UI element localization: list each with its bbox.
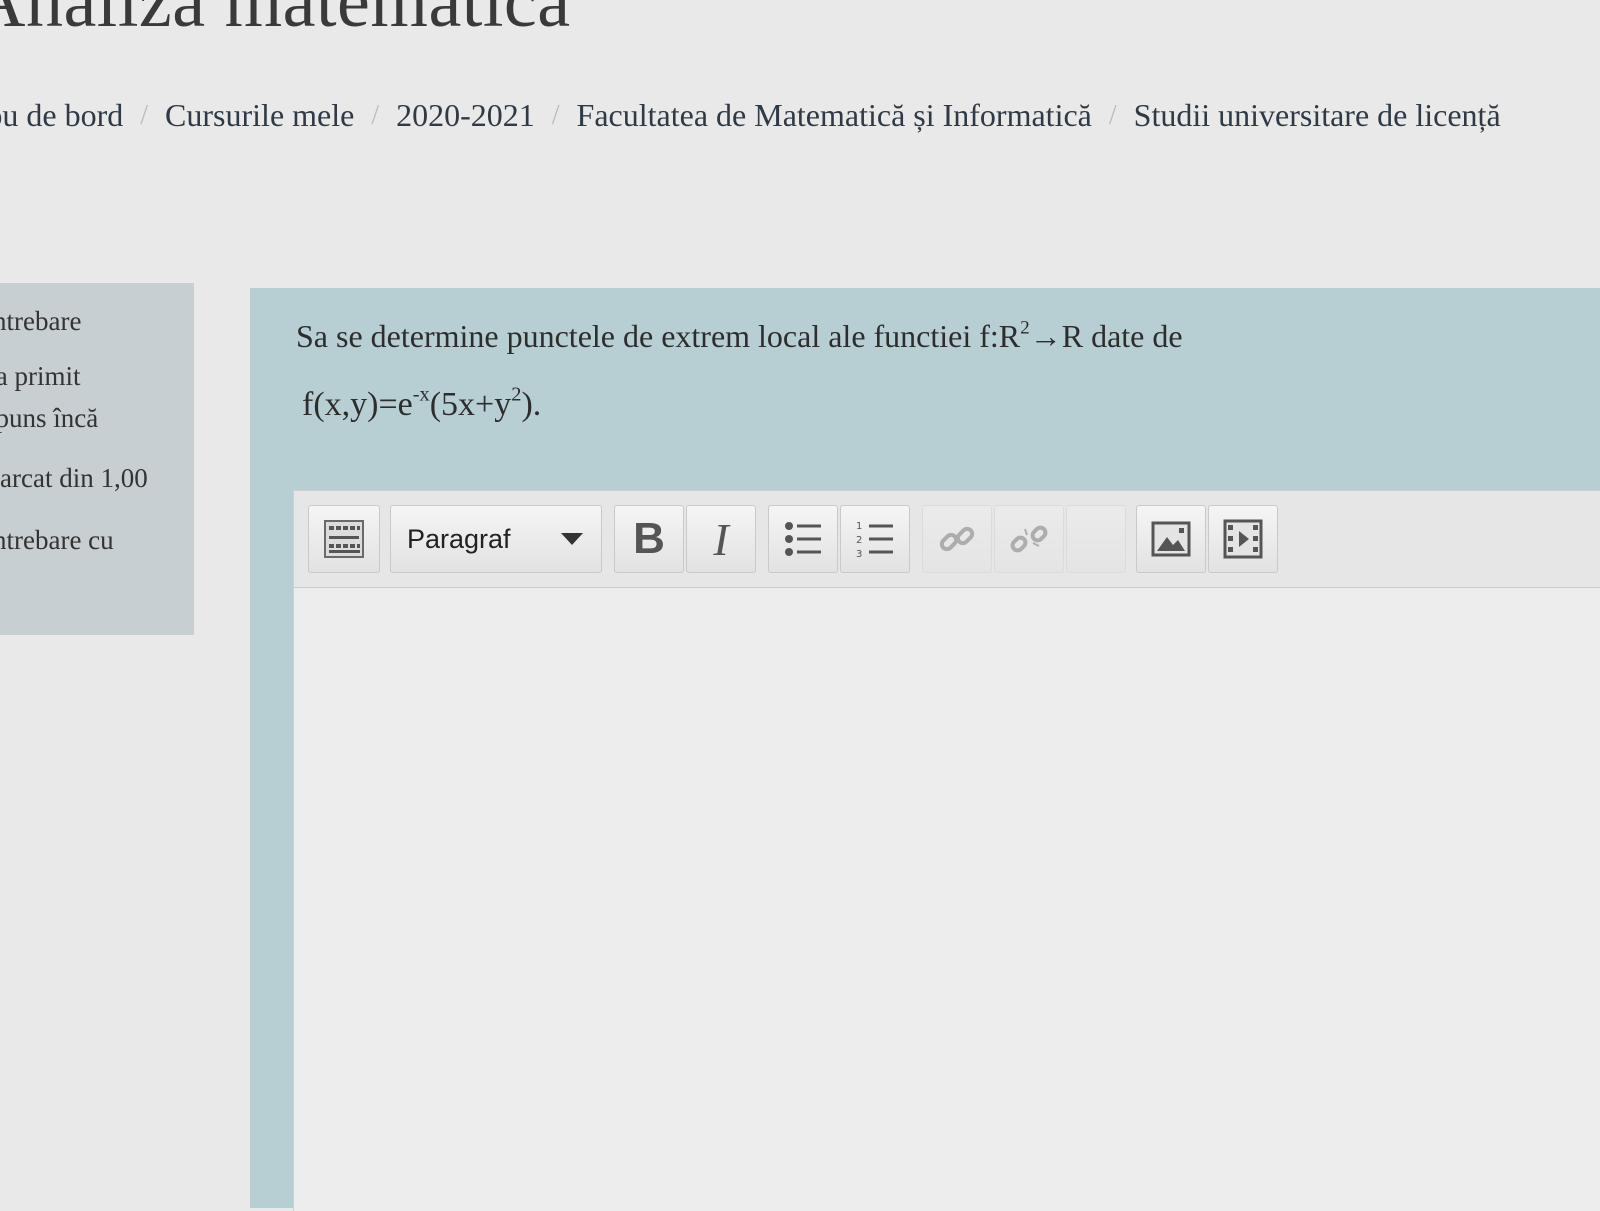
svg-text:2: 2	[856, 535, 862, 546]
breadcrumb-separator: /	[371, 99, 380, 131]
formula-part: (5x+y	[429, 386, 512, 423]
question-text-main: Sa se determine punctele de extrem local…	[296, 318, 1021, 354]
unlink-icon	[1010, 525, 1048, 553]
ordered-list-button[interactable]: 1 2 3	[840, 505, 910, 573]
question-formula: f(x,y)=e-x(5x+y2).	[302, 383, 542, 424]
question-number-label: Întrebare	[0, 306, 82, 336]
keyboard-icon	[324, 520, 364, 558]
formula-exponent: -x	[412, 383, 430, 406]
insert-image-button[interactable]	[1136, 505, 1206, 573]
answer-editor: Paragraf B I 1 2 3	[293, 490, 1600, 1211]
question-info-panel: Întrebare Nu a primit răspuns încă Marca…	[0, 283, 194, 635]
formula-part: f(x,y)=e	[302, 386, 413, 423]
paragraph-format-value: Paragraf	[407, 523, 511, 554]
flag-question[interactable]: Întrebare cu	[0, 525, 114, 556]
question-status-line2: răspuns încă	[0, 403, 99, 433]
svg-text:1: 1	[856, 521, 862, 532]
breadcrumb-separator: /	[1108, 99, 1117, 131]
toolbar-toggle-button[interactable]	[308, 505, 380, 573]
svg-text:3: 3	[856, 549, 862, 559]
breadcrumb-item-my-courses[interactable]: Cursurile mele	[165, 97, 354, 134]
question-status-line1: Nu a primit	[0, 361, 81, 391]
paragraph-format-select[interactable]: Paragraf	[390, 505, 602, 573]
breadcrumb-item-faculty[interactable]: Facultatea de Matematică și Informatică	[577, 97, 1092, 134]
insert-media-button[interactable]	[1208, 505, 1278, 573]
formula-exponent: 2	[511, 383, 522, 406]
unlink-button[interactable]	[994, 505, 1064, 573]
formula-part: ).	[521, 386, 542, 423]
breadcrumb-separator: /	[551, 99, 560, 131]
bold-button[interactable]: B	[614, 505, 684, 573]
breadcrumb-item-program[interactable]: Studii universitare de licență	[1134, 97, 1501, 134]
page-title: Analiza matematica	[0, 0, 571, 43]
unordered-list-button[interactable]	[768, 505, 838, 573]
breadcrumb-item-year[interactable]: 2020-2021	[396, 97, 535, 134]
film-icon	[1223, 519, 1263, 559]
editor-content-area[interactable]	[294, 588, 1600, 1211]
chevron-down-icon	[561, 533, 583, 545]
editor-toolbar: Paragraf B I 1 2 3	[294, 491, 1600, 588]
breadcrumb: Tablou de bord / Cursurile mele / 2020-2…	[0, 97, 1600, 134]
question-marks: Marcat din 1,00	[0, 463, 148, 493]
question-text-superscript: 2	[1020, 317, 1030, 339]
image-icon	[1151, 521, 1191, 557]
italic-button[interactable]: I	[686, 505, 756, 573]
question-text-rest: →R date de	[1029, 318, 1183, 354]
bullet-list-icon	[785, 522, 821, 556]
link-icon	[939, 526, 975, 552]
numbered-list-icon: 1 2 3	[856, 521, 893, 559]
link-button[interactable]	[922, 505, 992, 573]
question-text: Sa se determine punctele de extrem local…	[296, 318, 1183, 355]
breadcrumb-separator: /	[140, 99, 149, 131]
toolbar-empty-slot	[1066, 505, 1126, 573]
breadcrumb-item-dashboard[interactable]: Tablou de bord	[0, 97, 123, 134]
